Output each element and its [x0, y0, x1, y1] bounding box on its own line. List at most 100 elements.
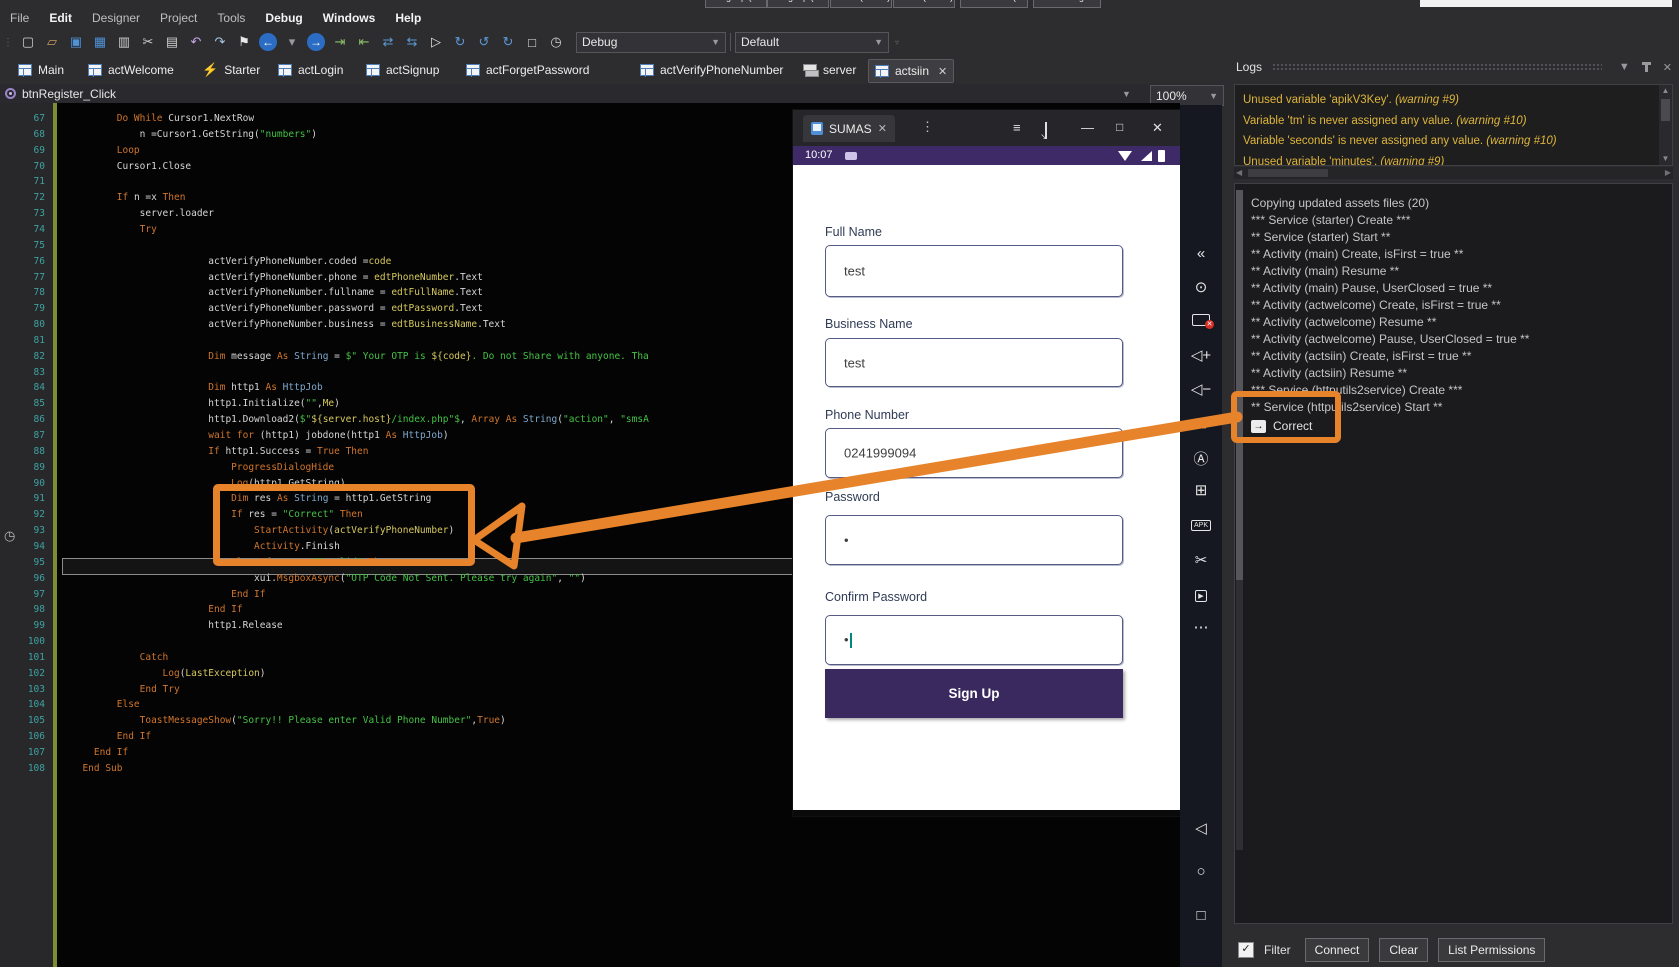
sub-dropdown-icon[interactable]: ▼: [1122, 89, 1131, 99]
scroll-up-icon[interactable]: ▲: [1659, 85, 1672, 97]
compile-debug-icon[interactable]: ↺: [473, 32, 495, 52]
volume-down-icon[interactable]: ◁−: [1180, 380, 1222, 398]
device-tab[interactable]: SUMAS ✕: [803, 115, 895, 142]
tab-starter[interactable]: ⚡Starter: [196, 59, 266, 81]
log-entry[interactable]: ** Activity (actwelcome) Create, isFirst…: [1251, 298, 1501, 312]
auto-rotate-icon[interactable]: Ⓐ: [1180, 448, 1222, 469]
scrollbar-thumb[interactable]: [1248, 169, 1328, 177]
tab-main[interactable]: Main: [12, 59, 70, 81]
timer-icon[interactable]: ◷: [545, 32, 567, 52]
menu-edit[interactable]: Edit: [39, 8, 82, 28]
device-titlebar[interactable]: SUMAS ✕ ⋮ ≡ — □ ✕: [793, 110, 1180, 146]
new-file-icon[interactable]: ▢: [17, 32, 39, 52]
indent-icon[interactable]: ⇥: [329, 32, 351, 52]
quick-link-button[interactable]: actsiin (Ctrl+3): [830, 0, 892, 8]
business-name-input[interactable]: test: [825, 338, 1123, 387]
debug-mode-select[interactable]: Debug▼: [576, 32, 726, 53]
power-icon[interactable]: ⊙: [1180, 278, 1222, 296]
log-entry[interactable]: ** Activity (main) Resume **: [1251, 264, 1399, 278]
tab-server[interactable]: server: [797, 59, 862, 81]
tab-actverifyphonenumber[interactable]: actVerifyPhoneNumber: [634, 59, 789, 81]
tab-actforgetpassword[interactable]: actForgetPassword: [460, 59, 595, 81]
hide-keyboard-icon[interactable]: ✕: [1180, 313, 1222, 330]
list-permissions-button[interactable]: List Permissions: [1438, 938, 1545, 962]
vertical-scrollbar[interactable]: ▲ ▼: [1659, 85, 1672, 165]
sync-designer-icon[interactable]: ⇆: [401, 32, 423, 52]
save-icon[interactable]: ▣: [65, 32, 87, 52]
quick-link-button[interactable]: actWelcome (Ctrl+5): [960, 0, 1028, 8]
breadcrumb[interactable]: btnRegister_Click: [22, 87, 116, 101]
bookmark-icon[interactable]: ⚑: [233, 32, 255, 52]
tab-menu-icon[interactable]: ⋮: [921, 119, 934, 135]
scroll-left-icon[interactable]: ◀: [1236, 167, 1242, 179]
password-input[interactable]: •: [825, 515, 1123, 565]
run-icon[interactable]: ▷: [425, 32, 447, 52]
build-config-select[interactable]: Default▼: [735, 32, 889, 53]
log-entry[interactable]: ** Activity (actsiin) Resume **: [1251, 366, 1407, 380]
toolbar-overflow-icon[interactable]: ▿: [895, 38, 899, 47]
sync-modules-icon[interactable]: ⇄: [377, 32, 399, 52]
tab-actsignup[interactable]: actSignup: [360, 59, 445, 81]
minimize-icon[interactable]: —: [1081, 120, 1094, 135]
back-dropdown-icon[interactable]: ▾: [281, 32, 303, 52]
horizontal-scrollbar[interactable]: ◀ ▶: [1234, 167, 1673, 179]
tab-actwelcome[interactable]: actWelcome: [82, 59, 180, 81]
log-entry[interactable]: ** Activity (actwelcome) Pause, UserClos…: [1251, 332, 1529, 346]
log-entry[interactable]: ** Activity (actsiin) Create, isFirst = …: [1251, 349, 1471, 363]
screenshot-icon[interactable]: ⊞: [1180, 481, 1222, 499]
outdent-icon[interactable]: ⇤: [353, 32, 375, 52]
phone-number-input[interactable]: 0241999094: [825, 428, 1123, 478]
tab-actlogin[interactable]: actLogin: [272, 59, 349, 81]
install-apk-icon[interactable]: APK: [1180, 514, 1222, 531]
navigate-back-icon[interactable]: ←: [259, 33, 277, 51]
clipboard-cut-icon[interactable]: ✂: [1180, 551, 1222, 569]
save-all-icon[interactable]: ▦: [89, 32, 111, 52]
scrollbar-thumb[interactable]: [1236, 190, 1243, 580]
paste-icon[interactable]: ▤: [161, 32, 183, 52]
log-entry[interactable]: *** Service (starter) Create ***: [1251, 213, 1410, 227]
warnings-list[interactable]: Unused variable 'apikV3Key'. (warning #9…: [1234, 84, 1673, 166]
quick-link-button[interactable]: actsiin (Ctrl+4): [893, 0, 955, 8]
quick-link-button[interactable]: actSignup (Ctrl+2): [767, 0, 829, 8]
android-back-icon[interactable]: ◁: [1180, 819, 1222, 837]
logs-header[interactable]: Logs ▼ ✕: [1228, 55, 1679, 79]
menu-debug[interactable]: Debug: [255, 8, 312, 28]
close-icon[interactable]: ✕: [878, 122, 887, 135]
tab-actsiin[interactable]: actsiin✕: [868, 59, 954, 83]
menu-project[interactable]: Project: [150, 8, 207, 28]
connect-button[interactable]: Connect: [1305, 938, 1370, 962]
maximize-icon[interactable]: □: [1116, 120, 1123, 134]
android-home-icon[interactable]: ○: [1180, 863, 1222, 880]
log-entry[interactable]: ** Activity (main) Pause, UserClosed = t…: [1251, 281, 1492, 295]
compile-release-icon[interactable]: ↻: [497, 32, 519, 52]
more-icon[interactable]: ⋯: [1180, 618, 1222, 636]
popout-icon[interactable]: [1045, 122, 1047, 139]
close-icon[interactable]: ✕: [1663, 61, 1672, 74]
open-folder-icon[interactable]: ▱: [41, 32, 63, 52]
log-entry[interactable]: ** Activity (main) Create, isFirst = tru…: [1251, 247, 1463, 261]
volume-up-icon[interactable]: ◁+: [1180, 346, 1222, 364]
android-recents-icon[interactable]: □: [1180, 907, 1222, 924]
redo-icon[interactable]: ↷: [209, 32, 231, 52]
menu-icon[interactable]: ≡: [1013, 120, 1021, 135]
scroll-down-icon[interactable]: ▼: [1659, 153, 1672, 165]
menu-file[interactable]: File: [0, 8, 39, 28]
log-entry[interactable]: Copying updated assets files (20): [1251, 196, 1429, 210]
log-entry[interactable]: ** Service (starter) Start **: [1251, 230, 1390, 244]
confirm-password-input[interactable]: •: [825, 615, 1123, 665]
scroll-right-icon[interactable]: ▶: [1665, 167, 1671, 179]
screen-record-icon[interactable]: ▶: [1180, 585, 1222, 602]
stop-icon[interactable]: □: [521, 32, 543, 52]
filter-checkbox[interactable]: ✓: [1238, 942, 1254, 958]
cut-icon[interactable]: ✂: [137, 32, 159, 52]
menu-windows[interactable]: Windows: [313, 8, 386, 28]
sign-up-button[interactable]: Sign Up: [825, 669, 1123, 718]
compile-run-icon[interactable]: ↻: [449, 32, 471, 52]
log-entry[interactable]: ** Activity (actwelcome) Resume **: [1251, 315, 1436, 329]
close-icon[interactable]: ✕: [1152, 120, 1163, 136]
log-entries-list[interactable]: Copying updated assets files (20) *** Ser…: [1234, 183, 1673, 924]
pin-icon[interactable]: [1645, 62, 1648, 72]
scrollbar-thumb[interactable]: [1661, 99, 1670, 121]
menu-tools[interactable]: Tools: [207, 8, 255, 28]
quick-link-button[interactable]: actSignup (Ctrl+1): [705, 0, 767, 8]
